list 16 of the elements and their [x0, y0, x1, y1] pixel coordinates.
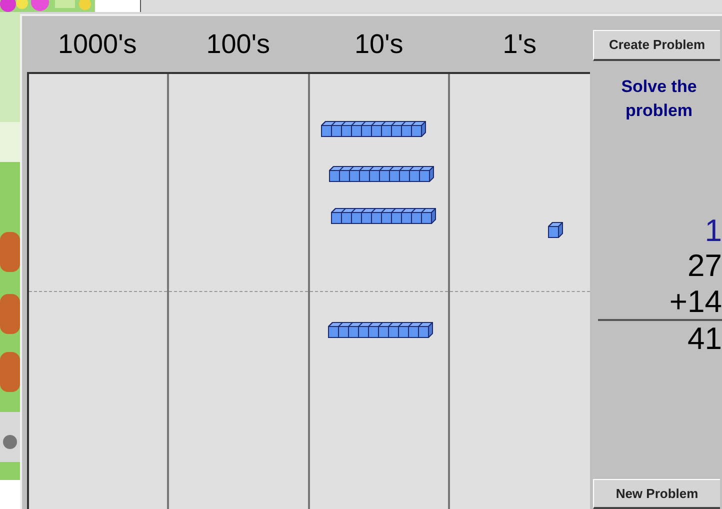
column-heading: 1000's — [57, 28, 138, 61]
create-problem-button[interactable]: Create Problem — [593, 30, 720, 60]
column-heading: 100's — [205, 28, 271, 61]
answer-number: 41 — [686, 321, 722, 358]
column-heading: 1's — [502, 28, 538, 61]
addend-number: 27 — [686, 248, 722, 284]
carry-digit: 1 — [704, 212, 722, 248]
ten-rod-block[interactable] — [328, 166, 434, 182]
unit-cube-block[interactable] — [548, 222, 563, 238]
ten-rod-block[interactable] — [320, 121, 426, 137]
new-problem-button[interactable]: New Problem — [593, 478, 720, 509]
instruction-text: Solve the problem — [620, 76, 698, 122]
addend-number: +14 — [668, 284, 722, 320]
ten-rod-block[interactable] — [330, 208, 436, 224]
ten-rod-block[interactable] — [328, 322, 432, 338]
column-heading: 10's — [354, 28, 404, 61]
